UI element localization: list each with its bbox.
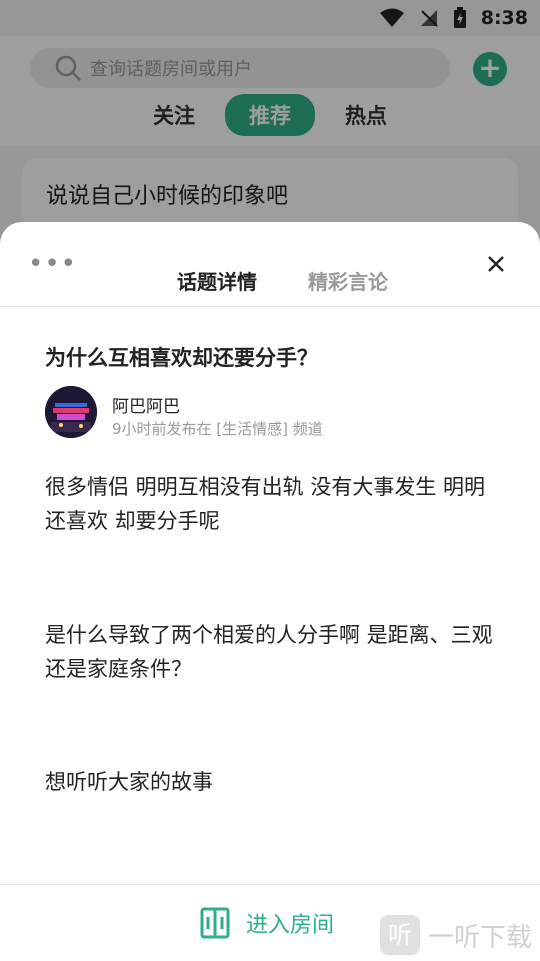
avatar[interactable] xyxy=(45,386,97,438)
tab-topic-details[interactable]: 话题详情 xyxy=(177,266,257,295)
watermark-logo: 听 xyxy=(380,915,420,955)
enter-room-label: 进入房间 xyxy=(246,913,335,938)
topic-paragraph: 是什么导致了两个相爱的人分手啊 是距离、三观还是家庭条件？ xyxy=(45,623,493,681)
sheet-header: ••• 话题详情 精彩言论 xyxy=(0,222,540,307)
topic-sheet: ••• 话题详情 精彩言论 为什么互相喜欢却还要分手？ 阿巴阿巴 9小时前发布在… xyxy=(0,222,540,961)
author-name[interactable]: 阿巴阿巴 xyxy=(112,392,180,417)
topic-paragraph: 很多情侣 明明互相没有出轨 没有大事发生 明明还喜欢 却要分手呢 xyxy=(45,475,486,533)
bottom-bar: 进入房间 听 一听下载 xyxy=(0,884,540,961)
watermark-text: 一听下载 xyxy=(428,922,533,953)
topic-paragraph: 想听听大家的故事 xyxy=(45,770,213,794)
close-icon[interactable] xyxy=(484,252,508,276)
enter-room-button[interactable]: 进入房间 xyxy=(200,907,334,939)
tab-highlights[interactable]: 精彩言论 xyxy=(308,266,388,295)
post-meta: 9小时前发布在 [生活情感] 频道 xyxy=(112,420,323,438)
watermark: 听 一听下载 xyxy=(380,915,532,955)
door-icon xyxy=(200,907,230,939)
more-icon[interactable]: ••• xyxy=(28,251,77,277)
topic-title: 为什么互相喜欢却还要分手？ xyxy=(45,346,318,370)
